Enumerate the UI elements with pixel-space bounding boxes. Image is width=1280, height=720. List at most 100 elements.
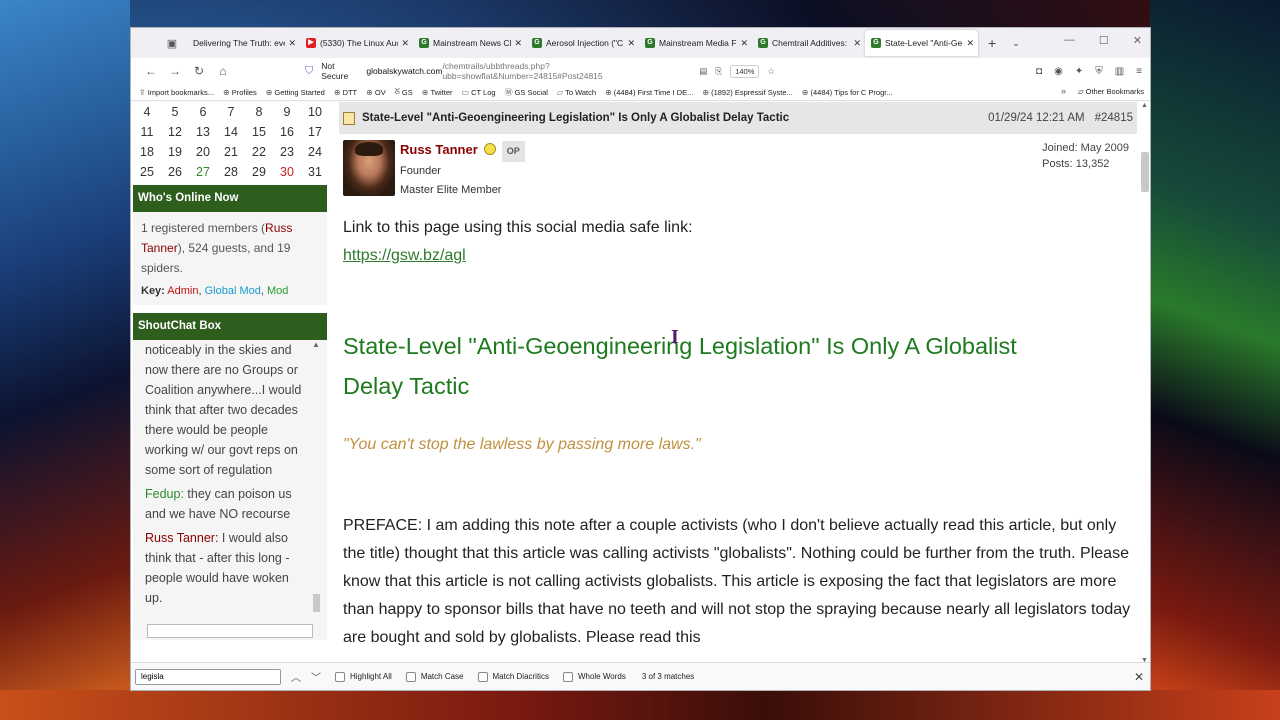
close-tab-icon[interactable]: ✕: [853, 38, 861, 49]
post-number-link[interactable]: #24815: [1095, 112, 1133, 124]
tab[interactable]: Delivering The Truth: eve ✕: [187, 30, 300, 56]
bookmark-item[interactable]: ᘜ GS: [395, 87, 413, 97]
menu-icon[interactable]: ≡: [1136, 66, 1142, 77]
checkbox[interactable]: [335, 671, 345, 682]
url-bar[interactable]: ⛉ Not Secure globalskywatch.com/chemtrai…: [305, 61, 775, 81]
close-window-icon[interactable]: ✕: [1133, 34, 1142, 47]
calendar-day[interactable]: 10: [301, 102, 329, 122]
bookmark-item[interactable]: ⊕ Twitter: [422, 88, 453, 97]
calendar-day[interactable]: 26: [161, 162, 189, 182]
pocket-icon[interactable]: ◘: [1036, 66, 1042, 77]
checkbox[interactable]: [477, 671, 488, 682]
calendar-day[interactable]: 25: [133, 162, 161, 182]
scroll-thumb[interactable]: [313, 594, 320, 612]
page-scrollbar[interactable]: ▲ ▼: [1139, 102, 1150, 664]
new-tab-icon[interactable]: +: [988, 35, 996, 51]
tab[interactable]: G Mainstream Media F ✕: [639, 30, 752, 56]
calendar-day[interactable]: 4: [133, 102, 161, 122]
find-input[interactable]: [135, 668, 281, 685]
calendar-day[interactable]: 9: [273, 102, 301, 122]
back-icon[interactable]: ←: [139, 64, 163, 78]
shout-user[interactable]: Fedup:: [145, 487, 184, 501]
calendar-day[interactable]: 28: [217, 162, 245, 182]
calendar-day[interactable]: 20: [189, 142, 217, 162]
home-icon[interactable]: ⌂: [211, 64, 235, 78]
calendar-day[interactable]: 5: [161, 102, 189, 122]
calendar-day-event[interactable]: 30: [273, 162, 301, 182]
calendar-day[interactable]: 6: [189, 102, 217, 122]
calendar-day[interactable]: 29: [245, 162, 273, 182]
sidebar-icon[interactable]: ▥: [1115, 66, 1124, 77]
scroll-thumb[interactable]: [1141, 152, 1149, 192]
calendar-day[interactable]: 12: [161, 122, 189, 142]
tab-active[interactable]: G State-Level "Anti-Ge ✕: [865, 30, 978, 56]
account-icon[interactable]: ◉: [1054, 66, 1063, 77]
checkbox[interactable]: [562, 671, 573, 682]
bookmark-item[interactable]: ▱ To Watch: [557, 88, 596, 97]
bookmark-item[interactable]: ▭ CT Log: [462, 88, 496, 97]
shield-icon[interactable]: ⛉: [305, 65, 313, 78]
find-previous-icon[interactable]: ︿: [291, 669, 301, 684]
tab-list-icon[interactable]: ▣: [161, 37, 183, 50]
extensions-icon[interactable]: ✦: [1075, 66, 1083, 77]
calendar-day[interactable]: 13: [189, 122, 217, 142]
calendar-day[interactable]: 8: [245, 102, 273, 122]
avatar[interactable]: [343, 140, 395, 196]
forward-icon[interactable]: →: [163, 64, 187, 78]
shout-input[interactable]: [147, 624, 313, 638]
checkbox[interactable]: [405, 671, 416, 682]
calendar-day[interactable]: 24: [301, 142, 329, 162]
shout-user[interactable]: Russ Tanner:: [145, 531, 218, 545]
more-bookmarks-icon[interactable]: »: [1061, 86, 1066, 96]
close-tab-icon[interactable]: ✕: [627, 38, 635, 49]
close-tab-icon[interactable]: ✕: [966, 38, 974, 49]
calendar-day[interactable]: 7: [217, 102, 245, 122]
bookmark-item[interactable]: ⊕ (4484) Tips for C Progr...: [802, 88, 893, 97]
calendar-day[interactable]: 22: [245, 142, 273, 162]
bookmark-item[interactable]: ⊕ (4484) First Time I DE...: [605, 88, 693, 97]
chevron-down-icon[interactable]: ⌄: [1012, 38, 1020, 49]
short-link[interactable]: https://gsw.bz/agl: [343, 247, 466, 264]
calendar-day[interactable]: 14: [217, 122, 245, 142]
whole-words-option[interactable]: Whole Words: [562, 671, 626, 682]
tab[interactable]: G Aerosol Injection ("C ✕: [526, 30, 639, 56]
calendar-day[interactable]: 21: [217, 142, 245, 162]
shoutbox-scrollbar[interactable]: ▲: [311, 340, 321, 630]
close-find-bar-icon[interactable]: ✕: [1134, 670, 1144, 684]
calendar-day[interactable]: 15: [245, 122, 273, 142]
bookmark-item[interactable]: ⇪ Import bookmarks...: [139, 88, 214, 97]
find-next-icon[interactable]: ﹀: [311, 669, 321, 684]
scroll-up-icon[interactable]: ▲: [311, 340, 321, 349]
reload-icon[interactable]: ↻: [187, 64, 211, 78]
author-name-link[interactable]: Russ Tanner: [400, 142, 478, 157]
calendar-day[interactable]: 11: [133, 122, 161, 142]
calendar-day[interactable]: 19: [161, 142, 189, 162]
maximize-icon[interactable]: ☐: [1099, 34, 1109, 47]
close-tab-icon[interactable]: ✕: [401, 38, 409, 49]
minimize-icon[interactable]: —: [1064, 34, 1075, 47]
calendar-day[interactable]: 17: [301, 122, 329, 142]
close-tab-icon[interactable]: ✕: [288, 38, 296, 49]
calendar-day[interactable]: 18: [133, 142, 161, 162]
calendar-day[interactable]: 16: [273, 122, 301, 142]
reader-view-icon[interactable]: ▤: [699, 66, 707, 77]
match-diacritics-option[interactable]: Match Diacritics: [477, 671, 549, 682]
close-tab-icon[interactable]: ✕: [740, 38, 748, 49]
bookmark-item[interactable]: Ⓜ GS Social: [505, 87, 548, 98]
scroll-up-icon[interactable]: ▲: [1139, 102, 1150, 109]
zoom-level[interactable]: 140%: [730, 64, 760, 78]
shield-extension-icon[interactable]: ⛨: [1095, 66, 1103, 77]
tab[interactable]: ▶ (5330) The Linux Auc ✕: [300, 30, 413, 56]
other-bookmarks[interactable]: ▱ Other Bookmarks: [1078, 87, 1144, 96]
calendar-day[interactable]: 31: [301, 162, 329, 182]
close-tab-icon[interactable]: ✕: [514, 38, 522, 49]
bookmark-item[interactable]: ⊕ DTT: [334, 88, 357, 97]
tab[interactable]: G Mainstream News Cl ✕: [413, 30, 526, 56]
highlight-all-option[interactable]: Highlight All: [335, 671, 392, 682]
not-secure-label[interactable]: Not Secure: [321, 61, 356, 81]
match-case-option[interactable]: Match Case: [405, 671, 464, 682]
screenshot-icon[interactable]: ⎘: [715, 66, 722, 77]
bookmark-item[interactable]: ⊕ Getting Started: [266, 88, 325, 97]
bookmark-item[interactable]: ⊕ Profiles: [223, 88, 257, 97]
bookmark-item[interactable]: ⊕ OV: [366, 88, 386, 97]
